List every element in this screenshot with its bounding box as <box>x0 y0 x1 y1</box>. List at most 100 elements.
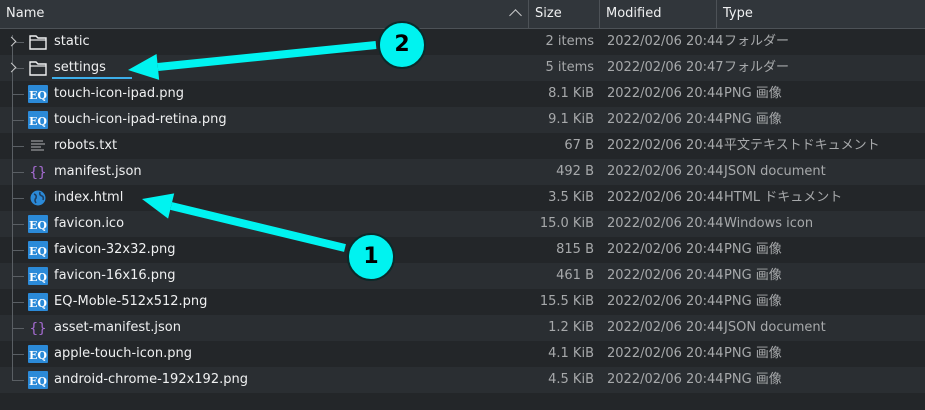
file-type: フォルダー <box>724 60 790 75</box>
svg-text:EQ: EQ <box>29 349 47 362</box>
file-list: static 2 items 2022/02/06 20:44 フォルダー settin… <box>0 29 925 393</box>
expand-chevron-icon[interactable] <box>6 62 17 73</box>
file-modified: 2022/02/06 20:47 <box>607 60 724 75</box>
file-name[interactable]: android-chrome-192x192.png <box>54 367 248 393</box>
file-name[interactable]: manifest.json <box>54 159 142 185</box>
file-type: フォルダー <box>724 34 790 49</box>
eq-image-icon: EQ <box>28 293 48 311</box>
column-header-name[interactable]: Name <box>0 0 529 28</box>
file-name[interactable]: favicon-32x32.png <box>54 237 176 263</box>
file-row[interactable]: EQ android-chrome-192x192.png 4.5 KiB 2022/… <box>0 367 925 393</box>
folder-icon <box>28 33 48 51</box>
file-modified: 2022/02/06 20:44 <box>607 320 724 335</box>
file-name[interactable]: asset-manifest.json <box>54 315 181 341</box>
callout-badge-2: 2 <box>378 21 426 69</box>
eq-image-icon: EQ <box>28 85 48 103</box>
globe-html-icon <box>28 189 48 207</box>
file-row[interactable]: index.html 3.5 KiB 2022/02/06 20:44 HTML ドキ… <box>0 185 925 211</box>
eq-image-icon: EQ <box>28 345 48 363</box>
file-name[interactable]: touch-icon-ipad-retina.png <box>54 107 227 133</box>
tree-branch-line <box>12 198 24 199</box>
column-header-size[interactable]: Size <box>529 0 600 28</box>
tree-branch-line <box>12 120 24 121</box>
file-name[interactable]: index.html <box>54 185 123 211</box>
file-row[interactable]: EQ apple-touch-icon.png 4.1 KiB 2022/02/06 … <box>0 341 925 367</box>
file-row[interactable]: EQ favicon-32x32.png 815 B 2022/02/06 20:44… <box>0 237 925 263</box>
file-row[interactable]: EQ favicon.ico 15.0 KiB 2022/02/06 20:44 Win… <box>0 211 925 237</box>
sort-ascending-icon <box>509 9 522 22</box>
file-name[interactable]: static <box>54 29 90 55</box>
file-row[interactable]: {} manifest.json 492 B 2022/02/06 20:44 JSON… <box>0 159 925 185</box>
file-type: PNG 画像 <box>724 86 782 101</box>
eq-image-icon: EQ <box>28 215 48 233</box>
file-row[interactable]: settings 5 items 2022/02/06 20:47 フォルダー <box>0 55 925 81</box>
file-type: JSON document <box>724 320 826 335</box>
file-modified: 2022/02/06 20:44 <box>607 216 724 231</box>
file-row[interactable]: {} asset-manifest.json 1.2 KiB 2022/02/06 2… <box>0 315 925 341</box>
file-row[interactable]: EQ touch-icon-ipad-retina.png 9.1 KiB 2022/… <box>0 107 925 133</box>
eq-image-icon: EQ <box>28 371 48 389</box>
file-size: 2 items <box>545 34 594 49</box>
svg-text:{}: {} <box>30 321 47 337</box>
tree-branch-line <box>12 354 24 355</box>
file-size: 1.2 KiB <box>548 320 594 335</box>
svg-text:EQ: EQ <box>29 89 47 102</box>
file-type: Windows icon <box>724 216 814 231</box>
column-header-modified[interactable]: Modified <box>600 0 717 28</box>
file-name[interactable]: robots.txt <box>54 133 117 159</box>
file-row[interactable]: EQ EQ-Moble-512x512.png 15.5 KiB 2022/02/06… <box>0 289 925 315</box>
column-header-bar: Name Size Modified Type <box>0 0 925 29</box>
tree-branch-line <box>12 276 24 277</box>
svg-text:{}: {} <box>30 165 47 181</box>
file-row[interactable]: EQ touch-icon-ipad.png 8.1 KiB 2022/02/06 2… <box>0 81 925 107</box>
file-size: 67 B <box>564 138 594 153</box>
file-name[interactable]: EQ-Moble-512x512.png <box>54 289 207 315</box>
file-modified: 2022/02/06 20:44 <box>607 86 724 101</box>
file-type: PNG 画像 <box>724 346 782 361</box>
tree-branch-line <box>12 224 24 225</box>
column-header-modified-label: Modified <box>606 6 662 21</box>
expand-chevron-icon[interactable] <box>6 36 17 47</box>
eq-image-icon: EQ <box>28 111 48 129</box>
svg-text:EQ: EQ <box>29 219 47 232</box>
file-name[interactable]: touch-icon-ipad.png <box>54 81 184 107</box>
file-row[interactable]: robots.txt 67 B 2022/02/06 20:44 平文テキストドキュメ… <box>0 133 925 159</box>
tree-branch-line <box>12 328 24 329</box>
svg-text:EQ: EQ <box>29 245 47 258</box>
tree-branch-line <box>12 250 24 251</box>
file-modified: 2022/02/06 20:44 <box>607 346 724 361</box>
svg-text:EQ: EQ <box>29 115 47 128</box>
file-modified: 2022/02/06 20:44 <box>607 242 724 257</box>
file-row[interactable]: EQ favicon-16x16.png 461 B 2022/02/06 20:44… <box>0 263 925 289</box>
file-size: 15.5 KiB <box>539 294 594 309</box>
file-size: 815 B <box>556 242 594 257</box>
file-row[interactable]: static 2 items 2022/02/06 20:44 フォルダー <box>0 29 925 55</box>
tree-branch-line <box>12 302 24 303</box>
text-file-icon <box>28 137 48 155</box>
tree-branch-line <box>12 146 24 147</box>
tree-branch-line <box>12 380 24 381</box>
column-header-size-label: Size <box>535 6 562 21</box>
file-name[interactable]: favicon.ico <box>54 211 124 237</box>
file-size: 5 items <box>545 60 594 75</box>
column-header-name-label: Name <box>6 6 45 21</box>
file-modified: 2022/02/06 20:44 <box>607 294 724 309</box>
file-modified: 2022/02/06 20:44 <box>607 190 724 205</box>
file-type: PNG 画像 <box>724 268 782 283</box>
file-size: 15.0 KiB <box>539 216 594 231</box>
file-modified: 2022/02/06 20:44 <box>607 268 724 283</box>
file-name[interactable]: favicon-16x16.png <box>54 263 176 289</box>
callout-badge-1: 1 <box>347 233 395 281</box>
file-type: PNG 画像 <box>724 242 782 257</box>
column-header-type[interactable]: Type <box>717 0 925 28</box>
file-name[interactable]: apple-touch-icon.png <box>54 341 192 367</box>
file-type: PNG 画像 <box>724 112 782 127</box>
json-file-icon: {} <box>28 163 48 181</box>
tree-branch-line <box>12 172 24 173</box>
file-modified: 2022/02/06 20:44 <box>607 372 724 387</box>
file-size: 4.5 KiB <box>548 372 594 387</box>
file-modified: 2022/02/06 20:44 <box>607 112 724 127</box>
file-size: 461 B <box>556 268 594 283</box>
eq-image-icon: EQ <box>28 241 48 259</box>
tree-branch-line <box>12 94 24 95</box>
